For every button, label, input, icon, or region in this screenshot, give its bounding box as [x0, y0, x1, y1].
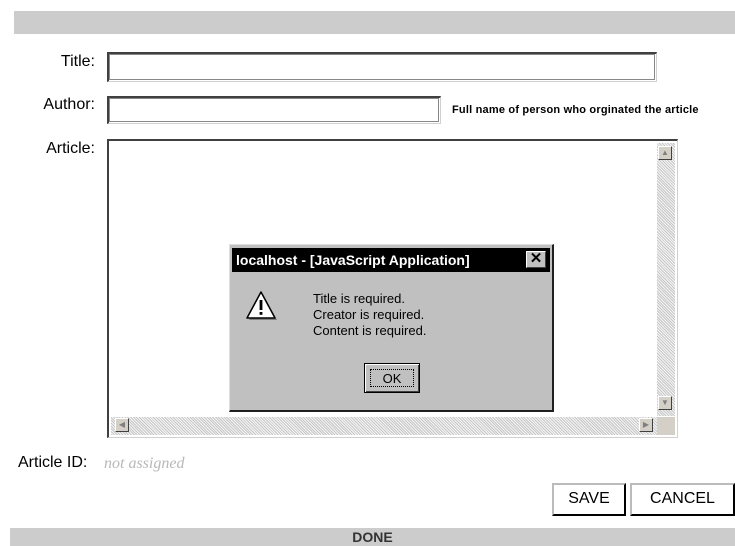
article-label: Article:	[46, 140, 95, 157]
dialog-title: localhost - [JavaScript Application]	[236, 252, 470, 268]
top-header-bar	[14, 11, 735, 34]
alert-dialog: localhost - [JavaScript Application] ✕ T…	[229, 244, 554, 412]
ok-button-label: OK	[370, 369, 414, 387]
scrollbar-corner	[657, 417, 675, 435]
horizontal-scrollbar[interactable]	[111, 417, 657, 435]
scroll-up-icon[interactable]: ▲	[658, 146, 672, 160]
close-icon[interactable]: ✕	[526, 251, 546, 268]
message-line: Content is required.	[313, 323, 427, 338]
cancel-button[interactable]: CANCEL	[630, 483, 735, 516]
warning-icon	[246, 291, 277, 320]
article-id-value: not assigned	[104, 455, 185, 472]
ok-button[interactable]: OK	[364, 363, 420, 393]
title-input[interactable]	[107, 52, 657, 82]
scroll-right-icon[interactable]: ▶	[639, 418, 653, 432]
article-id-label: Article ID:	[18, 454, 88, 471]
dialog-titlebar[interactable]: localhost - [JavaScript Application] ✕	[232, 248, 550, 272]
message-line: Creator is required.	[313, 307, 425, 322]
author-hint: Full name of person who orginated the ar…	[452, 104, 699, 116]
message-line: Title is required.	[313, 291, 405, 306]
status-bar: DONE	[10, 528, 735, 546]
author-label: Author:	[43, 96, 95, 113]
vertical-scrollbar[interactable]	[657, 143, 675, 416]
save-button[interactable]: SAVE	[552, 483, 626, 516]
scroll-down-icon[interactable]: ▼	[658, 396, 672, 410]
status-text: DONE	[352, 529, 393, 545]
author-input[interactable]	[107, 96, 441, 124]
title-label: Title:	[60, 53, 95, 70]
dialog-message: Title is required. Creator is required. …	[313, 291, 426, 339]
scroll-left-icon[interactable]: ◀	[115, 418, 129, 432]
